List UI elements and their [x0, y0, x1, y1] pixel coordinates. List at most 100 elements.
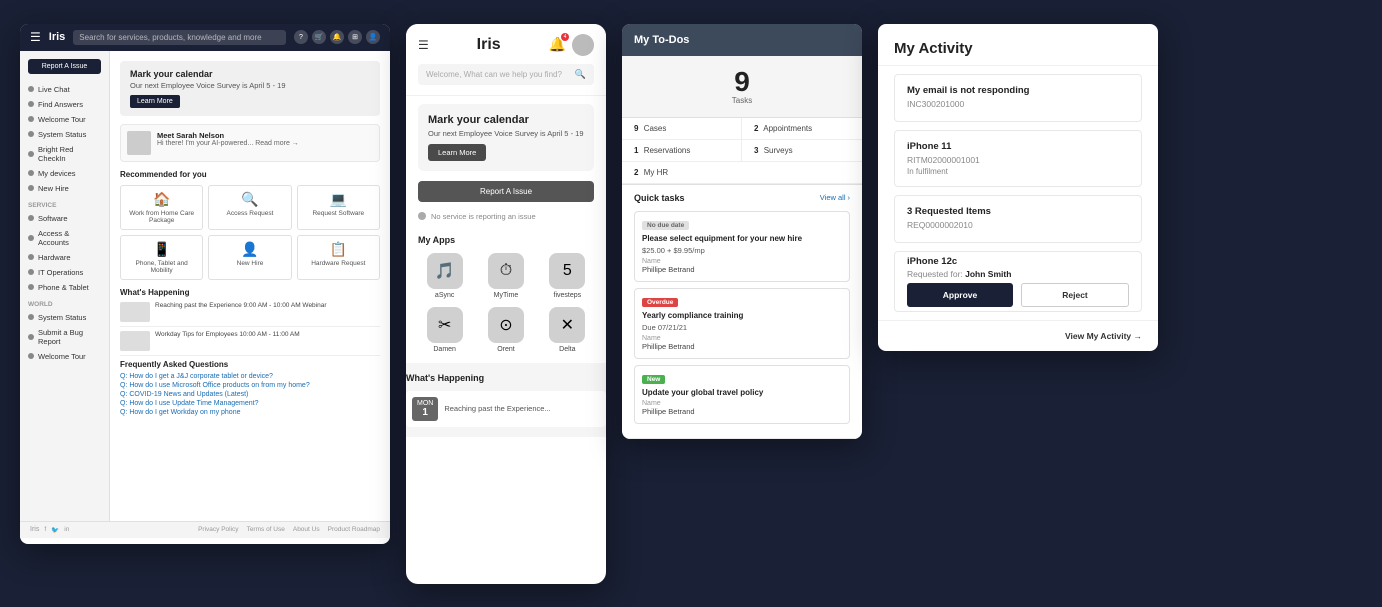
sidebar-item-findanswers[interactable]: Find Answers	[20, 97, 109, 112]
todos-stats-grid: 9 Cases 2 Appointments 1 Reservations 3 …	[622, 118, 862, 185]
app-item-fivesteps[interactable]: 5 fivesteps	[541, 253, 594, 299]
faq-item-2[interactable]: Q: How do I use Microsoft Office product…	[120, 382, 380, 389]
activity-item-1-title: My email is not responding	[907, 85, 1129, 96]
app-item-damen[interactable]: ✂ Damen	[418, 307, 471, 353]
stat-cases[interactable]: 9 Cases	[622, 118, 742, 140]
view-all-link[interactable]: View all ›	[820, 193, 850, 202]
footer-about[interactable]: About Us	[293, 526, 320, 533]
activity-item-2[interactable]: iPhone 11 RITM02000001001 In fulfilment	[894, 130, 1142, 187]
sidebar-item-software[interactable]: Software	[20, 211, 109, 226]
profile-name: Meet Sarah Nelson	[157, 131, 299, 140]
sidebar-item-itops[interactable]: IT Operations	[20, 265, 109, 280]
sidebar-item-mydevices[interactable]: My devices	[20, 166, 109, 181]
sidebar-item-brightred[interactable]: Bright Red CheckIn	[20, 142, 109, 166]
task-card-2[interactable]: Overdue Yearly compliance training Due 0…	[634, 288, 850, 359]
approval-title: iPhone 12c	[907, 256, 1129, 267]
sidebar-section-world: WORLD	[20, 295, 109, 310]
sidebar-dot	[28, 116, 34, 122]
sidebar-item-systemstatus2[interactable]: System Status	[20, 310, 109, 325]
rec-item-1[interactable]: 🏠 Work from Home Care Package	[120, 185, 203, 230]
sidebar-item-welcometour2[interactable]: Welcome Tour	[20, 349, 109, 364]
stat-myhr-count: 2	[634, 168, 638, 177]
icon-bell[interactable]: 🔔	[330, 30, 344, 44]
task-name-1: Phillipe Betrand	[642, 265, 842, 274]
footer-privacy[interactable]: Privacy Policy	[198, 526, 238, 533]
app-item-delta[interactable]: ✕ Delta	[541, 307, 594, 353]
app-item-async[interactable]: 🎵 aSync	[418, 253, 471, 299]
view-all-text: View all	[820, 193, 846, 202]
rec-label-1: Work from Home Care Package	[124, 210, 199, 224]
profile-avatar	[127, 131, 151, 155]
icon-user[interactable]: 👤	[366, 30, 380, 44]
mobile-bell-icon[interactable]: 🔔 4	[549, 36, 566, 53]
desktop-footer: Iris f 🐦 in Privacy Policy Terms of Use …	[20, 521, 390, 538]
faq-item-3[interactable]: Q: COVID-19 News and Updates (Latest)	[120, 391, 380, 398]
app-item-orent[interactable]: ⊙ Orent	[479, 307, 532, 353]
mobile-whats-happening: What's Happening MON 1 Reaching past the…	[406, 363, 606, 437]
faq-item-4[interactable]: Q: How do I use Update Time Management?	[120, 400, 380, 407]
activity-item-1[interactable]: My email is not responding INC300201000	[894, 74, 1142, 122]
mobile-learn-more-button[interactable]: Learn More	[428, 144, 486, 161]
stat-myhr[interactable]: 2 My HR	[622, 162, 742, 184]
sidebar-item-newhire[interactable]: New Hire	[20, 181, 109, 196]
faq-item-5[interactable]: Q: How do I get Workday on my phone	[120, 409, 380, 416]
footer-roadmap[interactable]: Product Roadmap	[328, 526, 380, 533]
task-card-1[interactable]: No due date Please select equipment for …	[634, 211, 850, 282]
app-label-async: aSync	[435, 292, 454, 299]
recommended-title: Recommended for you	[120, 170, 380, 179]
sidebar-dot	[28, 314, 34, 320]
no-service-text: No service is reporting an issue	[431, 212, 536, 221]
activity-item-3-sub: REQ0000002010	[907, 220, 1129, 230]
rec-item-6[interactable]: 📋 Hardware Request	[297, 235, 380, 280]
mobile-search-icon[interactable]: 🔍	[575, 69, 586, 80]
task-name-2: Phillipe Betrand	[642, 342, 842, 351]
sidebar-item-access[interactable]: Access & Accounts	[20, 226, 109, 250]
icon-help[interactable]: ?	[294, 30, 308, 44]
rec-label-5: New Hire	[212, 260, 287, 267]
app-icon-delta: ✕	[549, 307, 585, 343]
report-issue-button[interactable]: Report A Issue	[28, 59, 101, 74]
activity-item-2-title: iPhone 11	[907, 141, 1129, 152]
view-my-activity-link[interactable]: View My Activity →	[1065, 331, 1142, 341]
approve-button[interactable]: Approve	[907, 283, 1013, 307]
sidebar-item-livechat[interactable]: Live Chat	[20, 82, 109, 97]
social-t[interactable]: 🐦	[51, 526, 59, 534]
mobile-report-issue-button[interactable]: Report A Issue	[418, 181, 594, 202]
rec-item-4[interactable]: 📱 Phone, Tablet and Mobility	[120, 235, 203, 280]
hamburger-icon[interactable]: ☰	[30, 30, 41, 44]
sidebar-item-hardware[interactable]: Hardware	[20, 250, 109, 265]
stat-surveys[interactable]: 3 Surveys	[742, 140, 862, 162]
desktop-search[interactable]: Search for services, products, knowledge…	[73, 30, 286, 45]
sidebar-item-bugreport[interactable]: Submit a Bug Report	[20, 325, 109, 349]
activity-item-3[interactable]: 3 Requested Items REQ0000002010	[894, 195, 1142, 243]
rec-label-3: Request Software	[301, 210, 376, 217]
icon-cart[interactable]: 🛒	[312, 30, 326, 44]
reject-button[interactable]: Reject	[1021, 283, 1129, 307]
mobile-wh-card[interactable]: MON 1 Reaching past the Experience...	[406, 391, 606, 427]
mobile-wh-month-badge: MON 1	[412, 397, 438, 421]
sidebar-item-welcometour[interactable]: Welcome Tour	[20, 112, 109, 127]
social-f[interactable]: f	[44, 526, 46, 534]
app-item-mytime[interactable]: ⏱ MyTime	[479, 253, 532, 299]
sidebar-dot	[28, 170, 34, 176]
stat-reservations-count: 1	[634, 146, 638, 155]
sidebar-item-systemstatus[interactable]: System Status	[20, 127, 109, 142]
mobile-header: ☰ Iris 🔔 4 Welcome, What can we help you…	[406, 24, 606, 96]
wh-item-1: Reaching past the Experience 9:00 AM - 1…	[120, 302, 380, 327]
icon-grid[interactable]: ⊞	[348, 30, 362, 44]
faq-item-1[interactable]: Q: How do I get a J&J corporate tablet o…	[120, 373, 380, 380]
mobile-avatar[interactable]	[572, 34, 594, 56]
footer-terms[interactable]: Terms of Use	[247, 526, 285, 533]
mobile-search-bar[interactable]: Welcome, What can we help you find? 🔍	[418, 64, 594, 85]
rec-item-3[interactable]: 💻 Request Software	[297, 185, 380, 230]
social-in[interactable]: in	[64, 526, 69, 534]
rec-icon-4: 📱	[124, 241, 199, 258]
stat-appointments[interactable]: 2 Appointments	[742, 118, 862, 140]
rec-item-2[interactable]: 🔍 Access Request	[208, 185, 291, 230]
mobile-hamburger-icon[interactable]: ☰	[418, 38, 429, 52]
desktop-learn-more-button[interactable]: Learn More	[130, 95, 180, 108]
task-card-3[interactable]: New Update your global travel policy Nam…	[634, 365, 850, 424]
rec-item-5[interactable]: 👤 New Hire	[208, 235, 291, 280]
stat-reservations[interactable]: 1 Reservations	[622, 140, 742, 162]
sidebar-item-phone[interactable]: Phone & Tablet	[20, 280, 109, 295]
